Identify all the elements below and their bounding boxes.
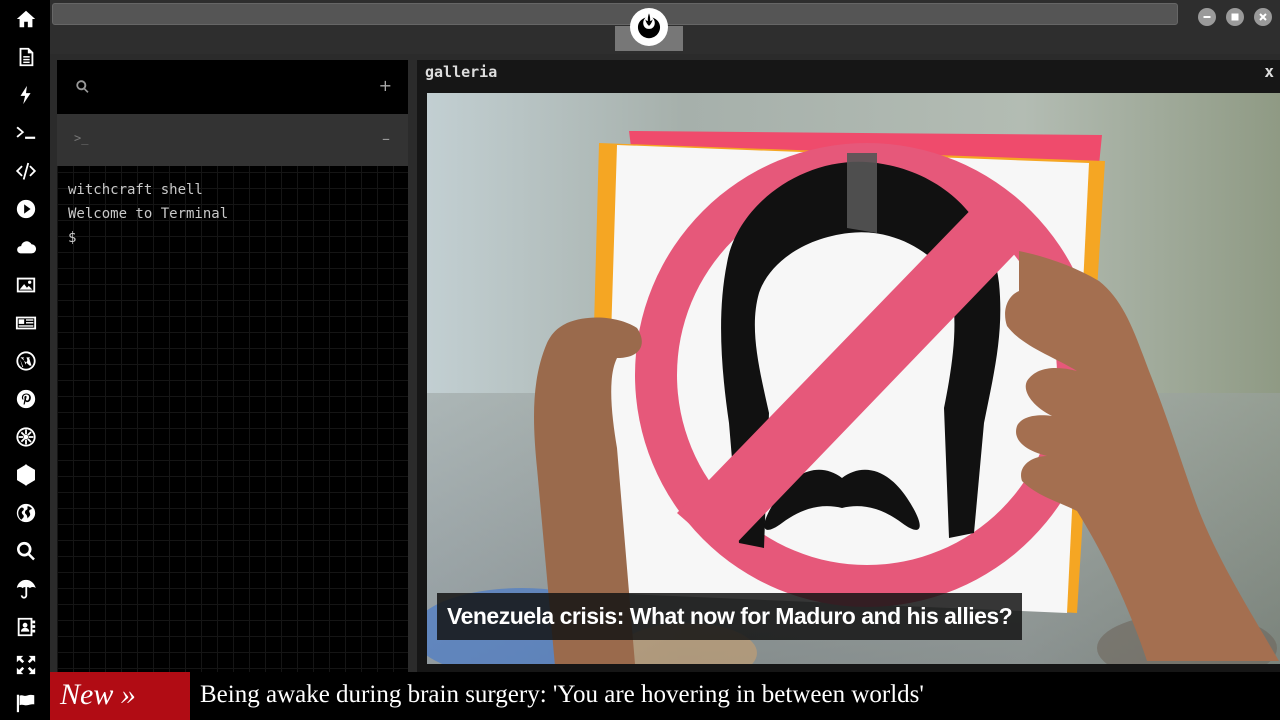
terminal-line: Welcome to Terminal [68,206,229,222]
document-icon[interactable] [13,44,39,70]
search-icon[interactable] [13,538,39,564]
image-icon[interactable] [13,272,39,298]
terminal-prompt-icon: >_ [74,131,89,145]
wordpress-icon[interactable] [13,348,39,374]
umbrella-icon[interactable] [13,576,39,602]
close-button[interactable] [1254,8,1272,26]
expand-icon[interactable] [13,652,39,678]
minimize-button[interactable] [1198,8,1216,26]
contact-card-icon[interactable] [13,614,39,640]
search-icon[interactable] [75,79,90,98]
gallery-photo[interactable]: Venezuela crisis: What now for Maduro an… [427,93,1280,664]
geometric-sphere-icon[interactable] [13,462,39,488]
collapse-session-button[interactable]: – [382,129,390,148]
news-ticker: New » Being awake during brain surgery: … [50,672,1280,720]
protest-sign-image [427,93,1280,664]
ticker-new-badge: New » [50,672,190,720]
globe-icon[interactable] [13,500,39,526]
rebel-alliance-logo-icon[interactable] [630,8,668,46]
play-icon[interactable] [13,196,39,222]
settings-wheel-icon[interactable] [13,424,39,450]
code-icon[interactable] [13,158,39,184]
lightning-icon[interactable] [13,82,39,108]
terminal-panel: + >_ – witchcraft shell Welcome to Termi… [57,60,408,672]
flag-icon[interactable] [13,690,39,716]
terminal-output[interactable]: witchcraft shell Welcome to Terminal $ [68,178,228,250]
gallery-title: galleria [425,63,498,81]
terminal-prompt: $ [68,230,77,246]
ticker-headline[interactable]: Being awake during brain surgery: 'You a… [200,672,924,720]
app-sidebar [0,0,50,720]
top-bar [50,0,1280,54]
gallery-caption: Venezuela crisis: What now for Maduro an… [437,593,1023,640]
home-icon[interactable] [13,6,39,32]
gallery-panel: galleria x Venezuela crisis: What now fo… [417,60,1280,672]
newspaper-icon[interactable] [13,310,39,336]
add-session-button[interactable]: + [379,76,392,95]
gallery-close-button[interactable]: x [1264,62,1274,81]
cloud-icon[interactable] [13,234,39,260]
terminal-line: witchcraft shell [68,182,203,198]
address-bar[interactable] [52,3,1178,25]
pinterest-icon[interactable] [13,386,39,412]
terminal-session-tab[interactable]: >_ – [57,114,408,166]
terminal-icon[interactable] [13,120,39,146]
terminal-search-bar[interactable]: + [57,60,408,114]
maximize-button[interactable] [1226,8,1244,26]
